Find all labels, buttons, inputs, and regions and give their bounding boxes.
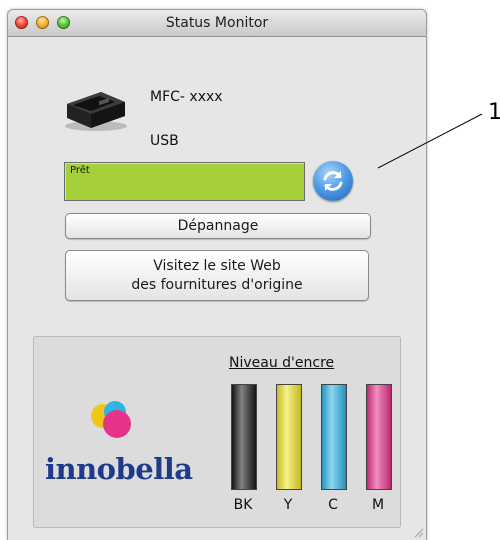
ink-label-y: Y [283, 497, 293, 513]
printer-model: MFC- xxxx [150, 89, 223, 105]
resize-grip-icon[interactable] [412, 526, 424, 538]
ink-bar-m [366, 384, 392, 490]
title-bar[interactable]: Status Monitor [8, 10, 426, 37]
innobella-logo: innobella [45, 392, 215, 486]
supplies-button-line-1: Visitez le site Web [153, 258, 281, 274]
ink-level-panel: Niveau d'encre innobella BK Y C M [33, 336, 401, 528]
ink-bar-bk [231, 384, 257, 490]
status-monitor-window: Status Monitor MFC- xxxx USB Prêt Dépann… [7, 9, 427, 540]
ink-label-bk: BK [233, 497, 253, 513]
troubleshooting-button[interactable]: Dépannage [65, 213, 371, 239]
ink-label-c: C [328, 497, 338, 513]
status-text: Prêt [70, 165, 90, 176]
callout-line [378, 113, 483, 169]
ink-level-heading: Niveau d'encre [229, 355, 335, 371]
refresh-button[interactable] [313, 161, 353, 201]
status-display: Prêt [64, 162, 305, 201]
supplies-button-line-2: des fournitures d'origine [131, 277, 303, 293]
ink-bar-y [276, 384, 302, 490]
printer-icon [63, 84, 129, 136]
ink-bar-c [321, 384, 347, 490]
innobella-logo-text: innobella [45, 452, 193, 486]
connection-type: USB [150, 133, 179, 149]
callout-number: 1 [488, 100, 500, 125]
ink-label-m: M [371, 497, 385, 513]
window-title: Status Monitor [165, 15, 269, 31]
refresh-icon [323, 171, 343, 191]
visit-supplies-website-button[interactable]: Visitez le site Web des fournitures d'or… [65, 250, 369, 301]
